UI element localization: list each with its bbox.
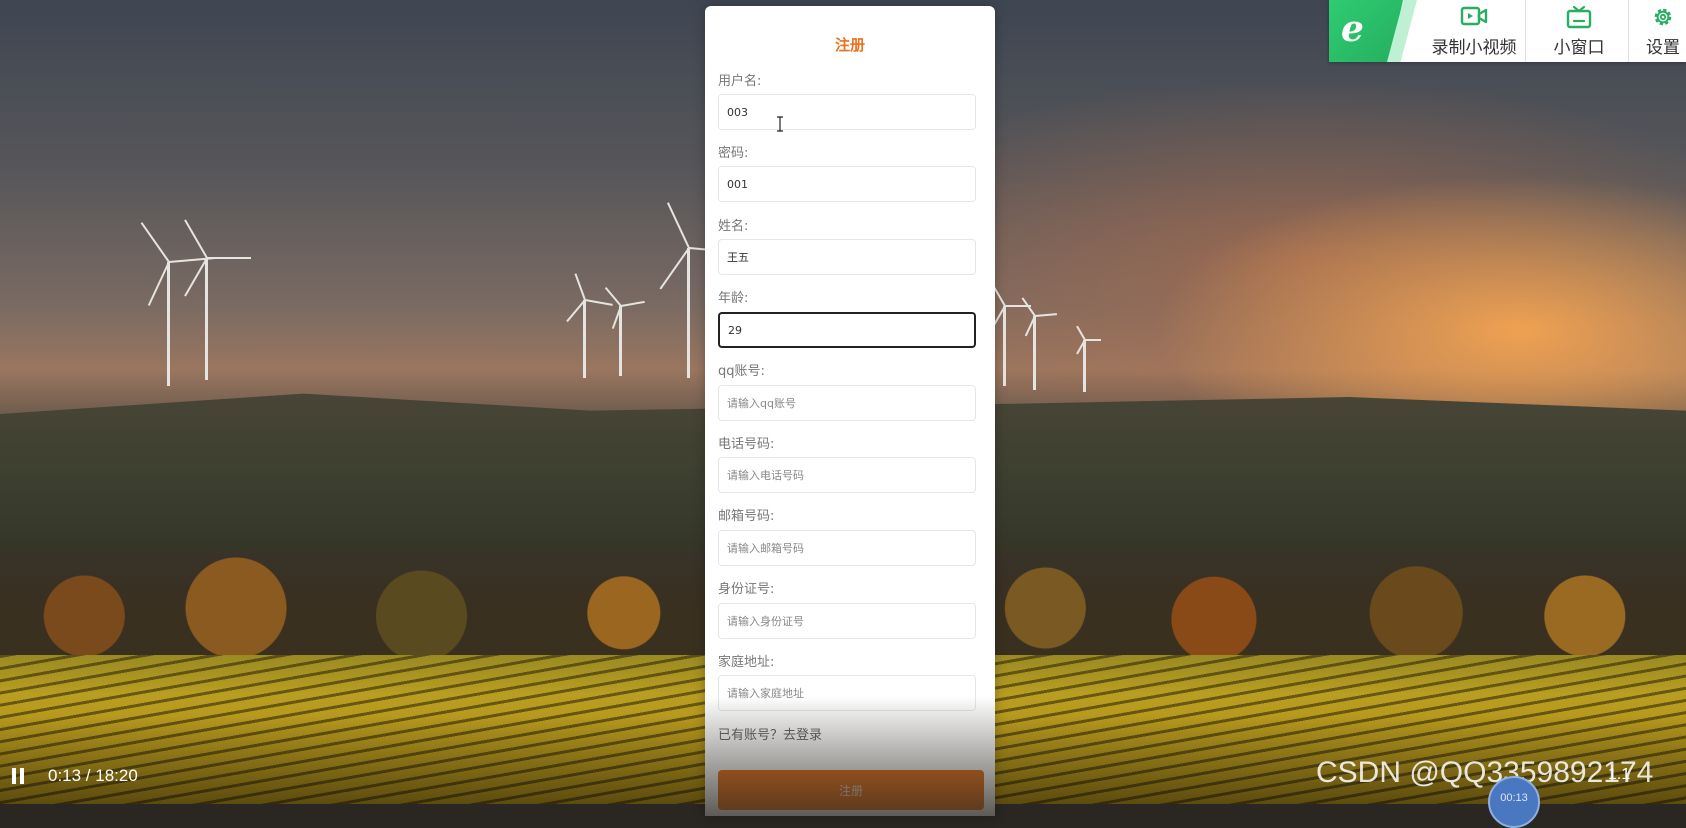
pause-icon (20, 768, 24, 784)
mini-window-button[interactable]: 小窗口 (1535, 0, 1623, 62)
video-camera-icon (1460, 6, 1488, 26)
name-input[interactable] (718, 239, 976, 275)
pause-button[interactable] (12, 768, 26, 784)
csdn-watermark: CSDN @QQ3359892174 (1316, 756, 1654, 789)
toolbar-divider (1628, 0, 1629, 62)
settings-label: 设置 (1646, 38, 1680, 58)
id-card-input[interactable] (718, 603, 976, 639)
gear-icon (1654, 8, 1672, 26)
go-login-link[interactable]: 已有账号？去登录 (718, 724, 822, 743)
tv-icon (1566, 5, 1592, 29)
text-cursor-icon (777, 116, 783, 132)
recording-timer-badge[interactable]: 00:13 (1488, 776, 1540, 828)
address-label: 家庭地址: (718, 655, 775, 670)
name-label: 姓名: (718, 219, 749, 234)
record-video-label: 录制小视频 (1431, 38, 1517, 58)
form-title: 注册 (834, 36, 865, 54)
password-label: 密码: (718, 146, 749, 161)
qq-input[interactable] (718, 385, 976, 421)
qq-label: qq账号: (718, 364, 765, 379)
toolbar-divider (1525, 0, 1526, 62)
settings-button[interactable]: 设置 (1635, 0, 1686, 62)
username-label: 用户名: (718, 74, 762, 89)
playback-speed[interactable]: 1.1 (1608, 766, 1630, 784)
address-input[interactable] (718, 675, 976, 711)
id-card-label: 身份证号: (718, 582, 775, 597)
age-label: 年龄: (718, 291, 749, 306)
email-label: 邮箱号码: (718, 509, 775, 524)
age-input[interactable] (718, 312, 976, 348)
phone-input[interactable] (718, 457, 976, 493)
register-form-card: 注册 用户名: 密码: 姓名: 年龄: qq账号: 电话号码: 邮箱号码: 身份… (705, 6, 995, 816)
logo-e-icon: e (1341, 8, 1364, 50)
recorder-toolbar: e 录制小视频 小窗口 设置 (1329, 0, 1686, 62)
mini-window-label: 小窗口 (1553, 38, 1605, 58)
email-input[interactable] (718, 530, 976, 566)
phone-label: 电话号码: (718, 437, 775, 452)
playback-time: 0:13 / 18:20 (48, 766, 138, 785)
password-input[interactable] (718, 166, 976, 202)
pause-icon (12, 768, 16, 784)
register-button[interactable]: 注册 (718, 770, 984, 810)
username-input[interactable] (718, 94, 976, 130)
record-video-button[interactable]: 录制小视频 (1409, 0, 1539, 62)
